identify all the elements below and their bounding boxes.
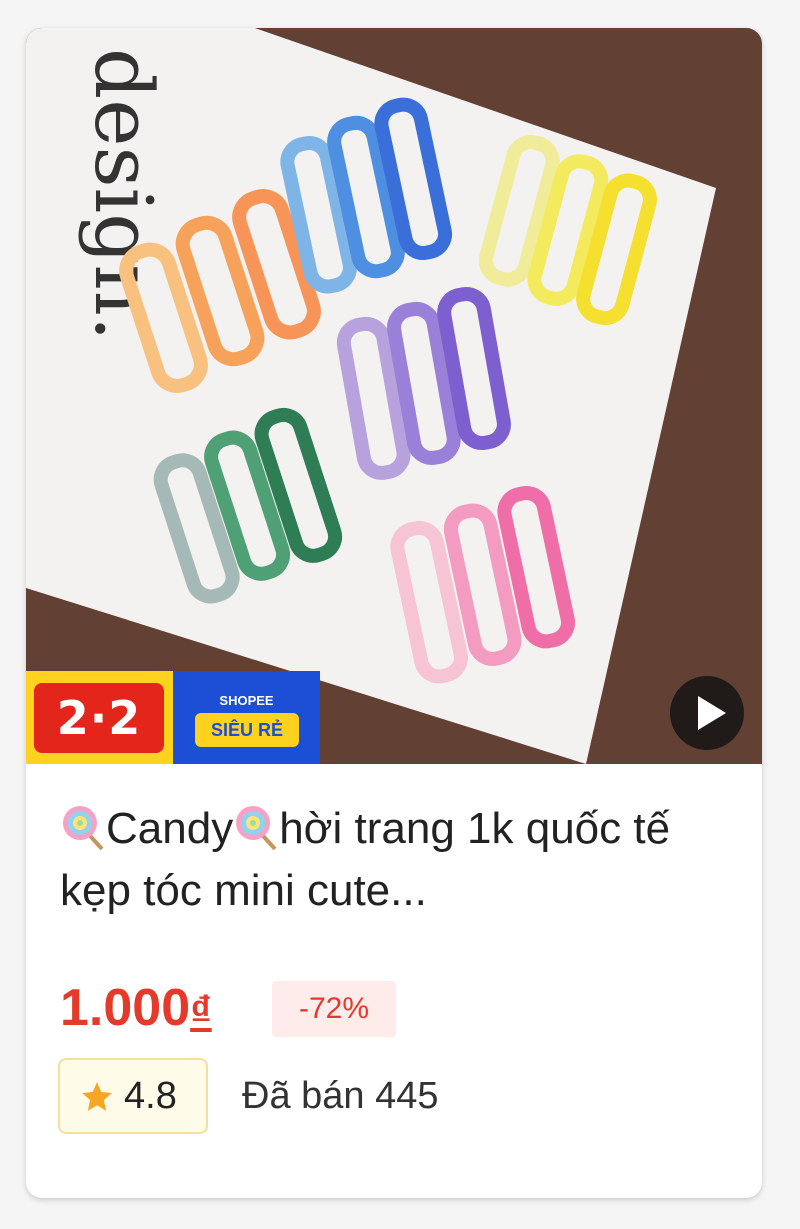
campaign-badge-label: 2·2 [34, 683, 164, 753]
paper-text: design. [77, 48, 170, 341]
price: 1.000₫ [60, 973, 212, 1046]
campaign-badge: 2·2 [26, 671, 173, 764]
sold-count: Đã bán 445 [242, 1075, 439, 1117]
product-title-part1: Candy [106, 804, 234, 853]
play-icon [698, 696, 726, 730]
shopee-badge-small-text: SHOPEE [219, 693, 274, 708]
shopee-badge-big-text: SIÊU RẺ [195, 713, 299, 747]
video-play-button[interactable] [670, 676, 744, 750]
product-card[interactable]: design. 2·2 SHOPEE SIÊU RẺ Candy hời tra… [26, 28, 762, 1198]
lollipop-icon [236, 806, 277, 851]
shopee-sieu-re-badge: SHOPEE SIÊU RẺ [173, 671, 320, 764]
star-icon [82, 1082, 112, 1111]
discount-badge: -72% [272, 981, 396, 1037]
price-currency: ₫ [190, 987, 212, 1034]
price-value: 1.000 [60, 979, 191, 1037]
product-image[interactable]: design. 2·2 SHOPEE SIÊU RẺ [26, 28, 762, 764]
rating-badge: 4.8 [58, 1058, 208, 1134]
lollipop-icon [63, 806, 104, 851]
product-photo: design. [26, 28, 762, 764]
rating-value: 4.8 [124, 1075, 177, 1117]
product-title[interactable]: Candy hời trang 1k quốc tế kẹp tóc mini c… [60, 798, 740, 922]
